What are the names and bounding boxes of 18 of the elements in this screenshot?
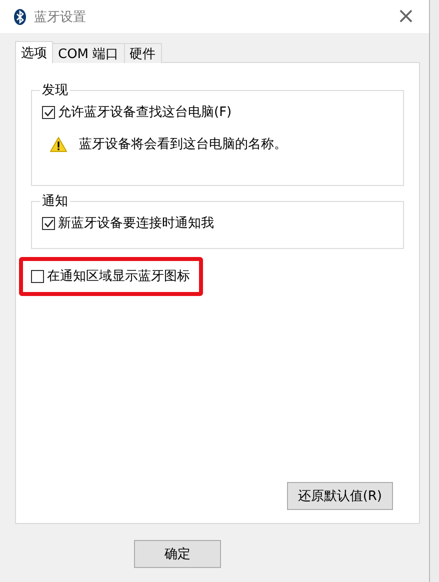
group-title: 发现	[41, 82, 69, 99]
tab[interactable]: 选项	[15, 41, 53, 63]
tab[interactable]: 硬件	[124, 43, 162, 63]
tab[interactable]: COM 端口	[52, 43, 125, 63]
ok-button[interactable]: 确定	[134, 540, 221, 568]
checkbox-label: 新蓝牙设备要连接时通知我	[58, 215, 214, 232]
checkbox[interactable]	[42, 216, 55, 230]
group-title: 通知	[41, 193, 69, 210]
window-title: 蓝牙设置	[34, 8, 87, 26]
checkbox-label: 允许蓝牙设备查找这台电脑(F)	[58, 104, 232, 121]
warning-icon	[50, 136, 67, 152]
warning-text: 蓝牙设备将会看到这台电脑的名称。	[79, 136, 287, 153]
checkbox-label: 在通知区域显示蓝牙图标	[47, 268, 190, 285]
restore-defaults-button[interactable]: 还原默认值(R)	[286, 482, 393, 510]
checkbox[interactable]	[31, 270, 44, 282]
checkbox[interactable]	[42, 106, 55, 118]
close-button[interactable]: ×	[393, 4, 419, 29]
bluetooth-icon	[14, 8, 26, 24]
